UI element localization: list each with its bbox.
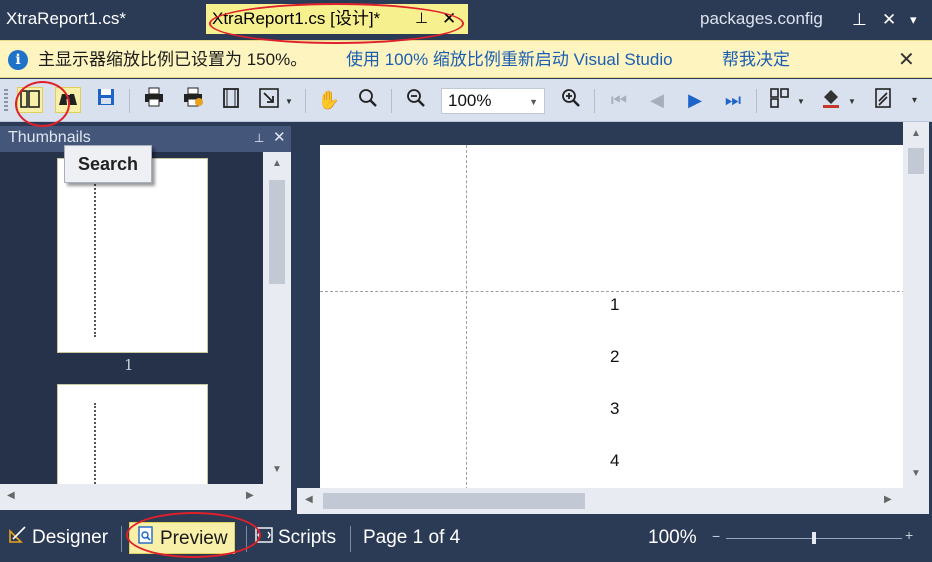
annotation-oval [15,81,70,127]
export-icon [875,88,891,108]
multiple-pages-icon [770,88,789,108]
designer-tab[interactable]: Designer [8,522,108,554]
close-icon[interactable]: ✕ [882,6,896,34]
thumbnails-horizontal-scrollbar[interactable]: ◀ ▶ [0,484,263,510]
search-tooltip: Search [64,145,152,183]
page-setup-button[interactable] [218,87,244,113]
preview-vertical-scrollbar[interactable]: ▲ ▼ [903,122,929,488]
scrollbar-corner [263,484,291,510]
scrollbar-thumb[interactable] [908,148,924,174]
scale-icon [259,88,279,108]
quick-print-icon [184,87,203,107]
tab-packages-config[interactable]: packages.config [694,4,829,34]
annotation-oval [126,512,261,558]
zoom-combo[interactable]: 100% ▼ [441,88,545,114]
hand-tool-button[interactable]: ✋ [316,87,342,113]
annotation-oval [209,3,464,44]
export-button[interactable] [870,87,896,113]
overflow-icon[interactable]: ▾ [912,95,917,106]
report-page: 1 2 3 4 [320,145,903,488]
save-icon [98,89,114,105]
toolbar-grip[interactable] [4,89,8,111]
scroll-down-icon[interactable]: ▼ [911,468,921,479]
info-bar: i 主显示器缩放比例已设置为 150%。 使用 100% 缩放比例重新启动 Vi… [0,40,932,78]
thumbnails-vertical-scrollbar[interactable]: ▲ ▼ [263,152,291,484]
scroll-right-icon[interactable]: ▶ [884,494,892,505]
chevron-down-icon[interactable]: ▼ [848,97,856,106]
zoom-value: 100% [448,91,492,110]
scroll-right-icon[interactable]: ▶ [246,490,254,501]
scrollbar-thumb[interactable] [269,180,285,284]
document-tab-strip: XtraReport1.cs* XtraReport1.cs [设计]* ⊥ ✕… [0,0,932,36]
scale-button[interactable] [256,87,282,113]
save-button[interactable] [93,87,119,113]
scripts-tab[interactable]: Scripts [254,522,336,554]
thumbnail-page-number: 1 [124,356,134,374]
zoom-minus-icon[interactable]: − [712,528,720,544]
scrollbar-thumb[interactable] [323,493,585,509]
panel-title: Thumbnails [8,129,91,146]
tab-xtrareport-cs[interactable]: XtraReport1.cs* [0,4,132,34]
previous-page-icon: ◀ [650,90,664,110]
chevron-down-icon[interactable]: ▼ [797,97,805,106]
magnifier-icon [359,89,377,107]
help-me-decide-link[interactable]: 帮我决定 [722,41,790,79]
scripts-label: Scripts [278,527,337,548]
next-page-icon: ▶ [688,90,702,110]
thumbnail-page-1[interactable] [57,158,208,353]
report-row-value: 1 [610,295,620,314]
scroll-up-icon[interactable]: ▲ [911,128,921,139]
background-color-button[interactable] [818,87,844,113]
report-row-value: 4 [610,451,620,470]
thumbnail-page-2[interactable] [57,384,208,484]
hand-tool-icon: ✋ [317,90,341,110]
zoom-in-button[interactable] [558,87,584,113]
zoom-slider[interactable]: − + [712,527,918,548]
first-page-button[interactable]: ⏮ [606,87,632,113]
chevron-down-icon[interactable]: ▼ [285,97,293,106]
zoom-percent: 100% [648,527,697,548]
page-setup-icon [223,88,239,108]
designer-label: Designer [32,527,109,548]
background-color-icon [823,90,839,108]
print-button[interactable] [141,87,167,113]
close-icon[interactable]: ✕ [898,41,915,79]
pin-icon[interactable]: ⊥ [254,126,264,150]
last-page-button[interactable]: ⏭ [720,87,746,113]
zoom-out-button[interactable] [403,87,429,113]
last-page-icon: ⏭ [724,90,742,110]
first-page-icon: ⏮ [610,90,628,110]
magnifier-button[interactable] [355,87,381,113]
next-page-button[interactable]: ▶ [682,87,708,113]
info-icon: i [8,50,28,70]
multiple-pages-button[interactable] [767,87,793,113]
scroll-left-icon[interactable]: ◀ [305,494,313,505]
scroll-down-icon[interactable]: ▼ [272,464,282,475]
previous-page-button[interactable]: ◀ [644,87,670,113]
zoom-slider-thumb[interactable] [812,532,816,544]
restart-at-100-link[interactable]: 使用 100% 缩放比例重新启动 Visual Studio [346,41,673,79]
scroll-left-icon[interactable]: ◀ [7,490,15,501]
quick-print-button[interactable] [180,87,206,113]
designer-icon [8,523,28,555]
zoom-in-icon [562,89,580,107]
thumbnails-list: 1 [0,152,263,484]
zoom-out-icon [407,89,425,107]
preview-horizontal-scrollbar[interactable]: ◀ ▶ [297,488,903,514]
chevron-down-icon[interactable]: ▼ [529,90,538,114]
scroll-up-icon[interactable]: ▲ [272,158,282,169]
pin-icon[interactable]: ⊥ [852,6,867,34]
margin-line [466,145,467,488]
chevron-down-icon[interactable]: ▾ [910,6,917,34]
report-row-value: 3 [610,399,620,418]
scrollbar-corner [903,488,929,514]
page-info: Page 1 of 4 [363,527,461,548]
report-row-value: 2 [610,347,620,366]
print-icon [145,87,163,107]
info-message: 主显示器缩放比例已设置为 150%。 [38,50,308,69]
zoom-plus-icon[interactable]: + [905,527,913,543]
margin-line [320,291,903,292]
close-icon[interactable]: ✕ [273,126,286,150]
report-preview[interactable]: 1 2 3 4 [297,122,903,488]
